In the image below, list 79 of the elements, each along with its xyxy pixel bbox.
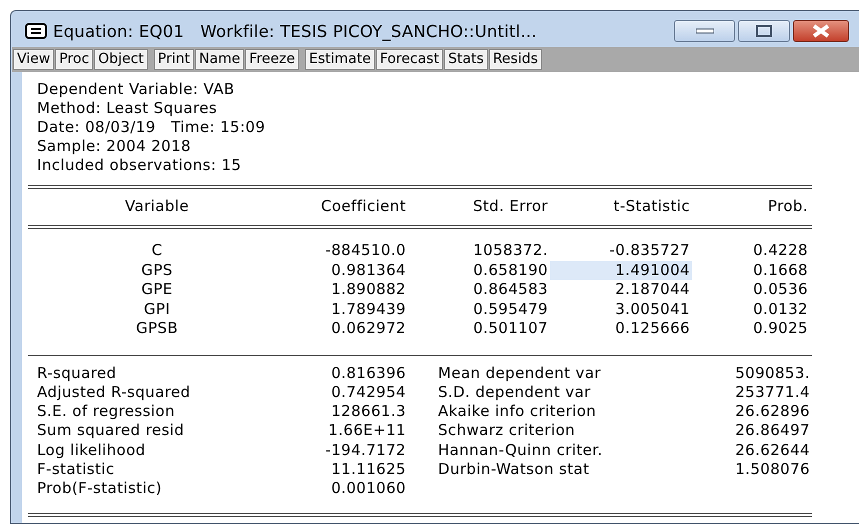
minimize-button[interactable] [674, 20, 735, 42]
header-line: Date: 08/03/19 Time: 15:09 [37, 118, 266, 137]
table-cell-text: 3.005041 [614, 300, 691, 319]
table-cell-text: -884510.0 [324, 241, 407, 260]
toolbar-button[interactable]: Estimate [304, 49, 375, 70]
statistic-label: Schwarz criterion [437, 421, 576, 441]
statistic-label: F-statistic [37, 460, 116, 480]
toolbar-button[interactable]: Name [194, 49, 244, 70]
statistic-value: 0.742954 [330, 382, 407, 402]
statistic-value: 11.11625 [330, 460, 407, 480]
table-cell-text: GPI [142, 300, 172, 319]
header-line: Method: Least Squares [37, 99, 218, 118]
statistic-label: Durbin-Watson stat [437, 460, 590, 480]
table-cell: 1.491004 [550, 260, 692, 280]
column-header: Coefficient [320, 197, 407, 215]
table-cell-text: GPS [140, 260, 174, 280]
statistic-value: 253771.4 [734, 382, 811, 402]
toolbar-button[interactable]: Resids [488, 49, 542, 70]
statistic-label: Prob(F-statistic) [37, 479, 163, 499]
statistic-label: Mean dependent var [437, 364, 602, 383]
header-line: Included observations: 15 [37, 156, 242, 175]
minimize-icon [696, 28, 714, 34]
table-cell-text: 0.9025 [752, 319, 809, 338]
table-cell-text: 0.4228 [752, 241, 809, 260]
table-cell-text: 1.890882 [330, 280, 407, 300]
window-title: Equation: EQ01 Workfile: TESIS PICOY_SANCHO::Untitl... [53, 22, 537, 40]
statistic-label: Adjusted R-squared [37, 382, 192, 402]
column-header: Prob. [766, 197, 809, 215]
menu-icon[interactable] [25, 23, 47, 39]
column-header: Std. Error [472, 197, 549, 215]
table-cell-text: -0.835727 [608, 241, 691, 260]
table-cell-text: 0.658190 [472, 260, 549, 280]
maximize-icon [756, 25, 772, 37]
close-icon [812, 24, 830, 38]
statistic-value: 5090853. [734, 364, 811, 383]
toolbar-button[interactable]: View [13, 49, 54, 70]
toolbar-button[interactable]: Print [154, 49, 194, 70]
toolbar-button[interactable]: Freeze [245, 49, 299, 70]
table-cell-text: 0.0132 [752, 300, 809, 319]
statistic-value: 26.86497 [734, 421, 811, 441]
table-cell-text: 0.125666 [614, 319, 691, 338]
statistic-value: 1.508076 [734, 460, 811, 480]
table-cell-text: 0.981364 [330, 260, 407, 280]
statistic-label: S.E. of regression [37, 402, 176, 422]
table-cell-text: 1058372. [472, 241, 549, 260]
statistic-value: 26.62896 [734, 402, 811, 422]
table-cell-text: C [150, 241, 164, 260]
header-line: Sample: 2004 2018 [37, 137, 192, 156]
statistic-value: -194.7172 [324, 440, 407, 460]
table-cell-text: 0.595479 [472, 300, 549, 319]
column-header: Variable [124, 197, 190, 215]
statistic-value: 26.62644 [734, 440, 811, 460]
maximize-button[interactable] [738, 20, 790, 42]
toolbar-button[interactable]: Object [94, 49, 148, 70]
table-cell-text: 1.789439 [330, 300, 407, 319]
statistic-label: Akaike info criterion [437, 402, 598, 422]
table-cell-text: 0.062972 [330, 319, 407, 338]
toolbar-button[interactable]: Forecast [376, 49, 444, 70]
table-cell-text: GPSB [134, 319, 180, 338]
statistic-label: Sum squared resid [37, 421, 186, 441]
statistic-label: S.D. dependent var [437, 382, 592, 402]
header-line: Dependent Variable: VAB [37, 80, 236, 99]
toolbar-button[interactable]: Proc [55, 49, 94, 70]
statistic-label: Log likelihood [37, 440, 147, 460]
table-cell-text: 0.1668 [752, 260, 809, 280]
table-cell-text: 0.864583 [472, 280, 549, 300]
column-header: t-Statistic [612, 197, 691, 215]
toolbar-button[interactable]: Stats [444, 49, 488, 70]
statistic-value: 0.816396 [330, 364, 407, 383]
statistic-value: 0.001060 [330, 479, 407, 499]
table-cell-text: 0.501107 [472, 319, 549, 338]
table-cell-text: 0.0536 [752, 280, 809, 300]
statistic-label: R-squared [37, 364, 118, 383]
statistic-value: 128661.3 [330, 402, 407, 422]
statistic-label: Hannan-Quinn criter. [437, 440, 604, 460]
statistic-value: 1.66E+11 [327, 421, 407, 441]
table-cell-text: GPE [140, 280, 174, 300]
table-cell-text: 2.187044 [614, 280, 691, 300]
close-button[interactable] [793, 20, 849, 42]
